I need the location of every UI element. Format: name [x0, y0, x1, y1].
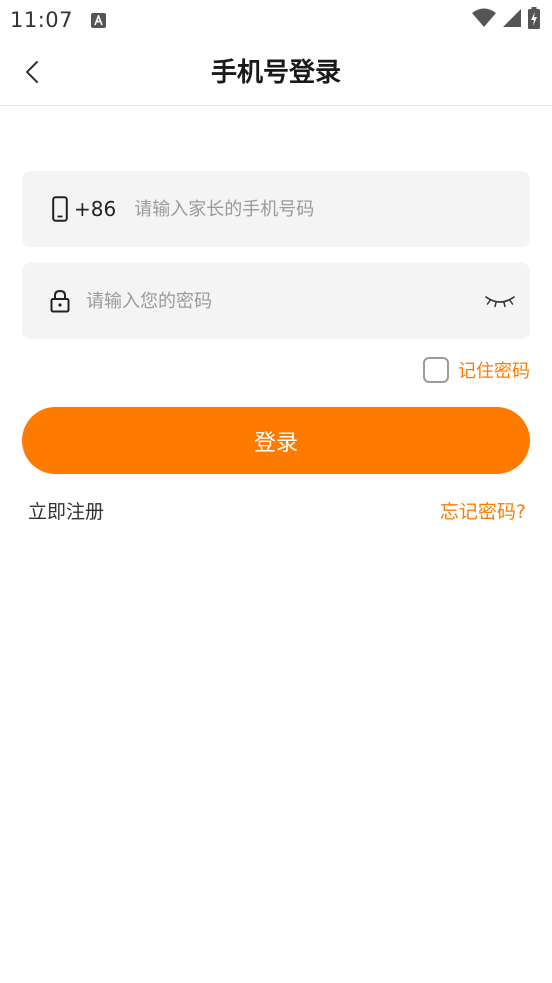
signal-icon — [502, 8, 522, 32]
remember-password-label[interactable]: 记住密码 — [458, 357, 530, 383]
wifi-icon — [472, 8, 496, 32]
register-link[interactable]: 立即注册 — [28, 497, 104, 524]
password-input[interactable] — [86, 281, 480, 321]
status-left: 11:07 — [10, 8, 107, 32]
status-bar: 11:07 — [0, 0, 552, 40]
toggle-password-visibility-button[interactable] — [480, 281, 520, 321]
chevron-left-icon — [26, 61, 38, 83]
login-button[interactable]: 登录 — [22, 407, 530, 474]
eye-closed-icon — [485, 296, 515, 308]
country-code[interactable]: +86 — [74, 197, 116, 221]
remember-password-checkbox[interactable] — [423, 357, 449, 383]
phone-input[interactable] — [134, 189, 530, 229]
battery-charging-icon — [528, 7, 540, 33]
lock-icon — [50, 289, 70, 313]
remember-password-row[interactable]: 记住密码 — [423, 355, 530, 385]
back-button[interactable] — [14, 54, 50, 90]
password-field[interactable] — [22, 263, 530, 339]
a-icon — [91, 12, 107, 28]
header: 手机号登录 — [0, 40, 552, 106]
forgot-password-link[interactable]: 忘记密码? — [440, 497, 526, 524]
login-screen: 11:07 手机号登录 +86 请输入家长的手机号码 记住密码 登录 立即注册 … — [0, 0, 552, 983]
phone-field[interactable]: +86 — [22, 171, 530, 247]
status-right — [472, 7, 540, 33]
status-time: 11:07 — [10, 8, 74, 32]
phone-icon — [52, 196, 68, 222]
page-title: 手机号登录 — [210, 58, 341, 88]
